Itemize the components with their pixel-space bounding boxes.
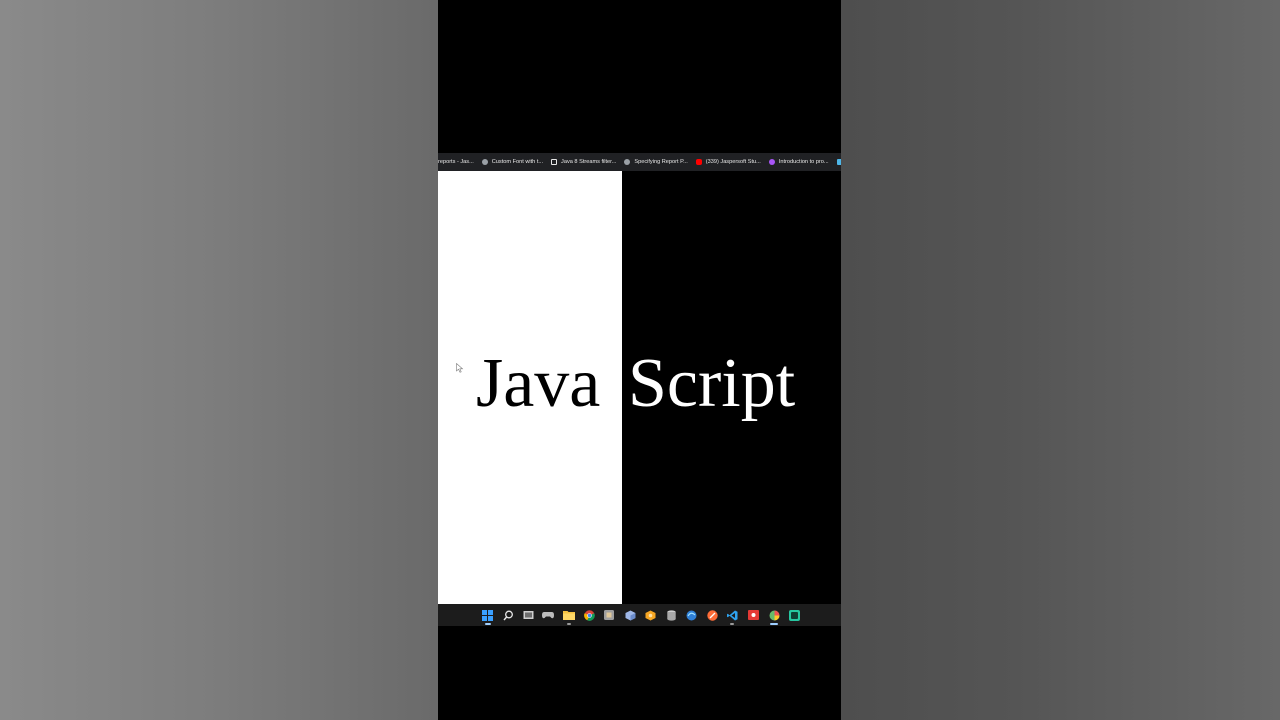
youtube-icon xyxy=(695,159,702,165)
bookmark-java-streams[interactable]: Java 8 Streams filter... xyxy=(551,159,616,165)
mouse-cursor-icon xyxy=(456,358,464,377)
bookmark-reports[interactable]: reports - Jas... xyxy=(438,159,474,165)
bookmark-icon xyxy=(836,159,841,165)
stackoverflow-icon xyxy=(551,159,558,165)
bookmark-label: Java 8 Streams filter... xyxy=(561,159,617,165)
vscode-running-indicator xyxy=(730,623,734,625)
gamepad-icon[interactable] xyxy=(542,609,554,621)
search-icon[interactable] xyxy=(502,609,514,621)
bookmark-introduction[interactable]: Introduction to pro... xyxy=(768,159,829,165)
red-app-icon[interactable] xyxy=(747,609,759,621)
app-icon[interactable] xyxy=(603,609,615,621)
bookmark-overflow[interactable] xyxy=(836,159,841,165)
start-active-indicator xyxy=(485,623,491,625)
page-content: Java Script xyxy=(438,171,841,604)
globe-icon xyxy=(481,159,488,165)
chrome-icon[interactable] xyxy=(583,609,595,621)
browser-icon[interactable] xyxy=(685,609,697,621)
bookmark-jaspersoft-youtube[interactable]: (339) Jaspersoft Stu... xyxy=(695,159,761,165)
script-word: Script xyxy=(628,345,796,422)
vscode-icon[interactable] xyxy=(726,609,738,621)
database-icon[interactable] xyxy=(665,609,677,621)
bookmark-label: Custom Font with t... xyxy=(491,159,544,165)
photos-icon[interactable] xyxy=(768,609,780,621)
site-icon xyxy=(768,159,775,165)
bookmark-custom-font[interactable]: Custom Font with t... xyxy=(481,159,544,165)
blender-icon[interactable] xyxy=(644,609,656,621)
task-view-icon[interactable] xyxy=(522,609,534,621)
globe-icon xyxy=(624,159,631,165)
java-word: Java xyxy=(476,345,601,422)
cube-icon[interactable] xyxy=(624,609,636,621)
screen-recording-frame: reports - Jas... Custom Font with t... J… xyxy=(438,0,841,720)
terminal-icon[interactable] xyxy=(788,609,800,621)
postman-icon[interactable] xyxy=(706,609,718,621)
bookmark-label: (339) Jaspersoft Stu... xyxy=(705,159,761,165)
windows-start-icon[interactable] xyxy=(481,609,493,621)
bookmark-specifying-report[interactable]: Specifying Report P... xyxy=(624,159,688,165)
bookmark-label: reports - Jas... xyxy=(438,159,474,165)
taskbar xyxy=(438,604,841,626)
photos-active-indicator xyxy=(770,623,778,625)
bookmark-label: Specifying Report P... xyxy=(634,159,688,165)
explorer-running-indicator xyxy=(567,623,571,625)
file-explorer-icon[interactable] xyxy=(563,609,575,621)
blurred-background-right xyxy=(841,0,1280,720)
blurred-background-left xyxy=(0,0,438,720)
bookmarks-bar: reports - Jas... Custom Font with t... J… xyxy=(438,153,841,171)
bookmark-label: Introduction to pro... xyxy=(778,159,829,165)
